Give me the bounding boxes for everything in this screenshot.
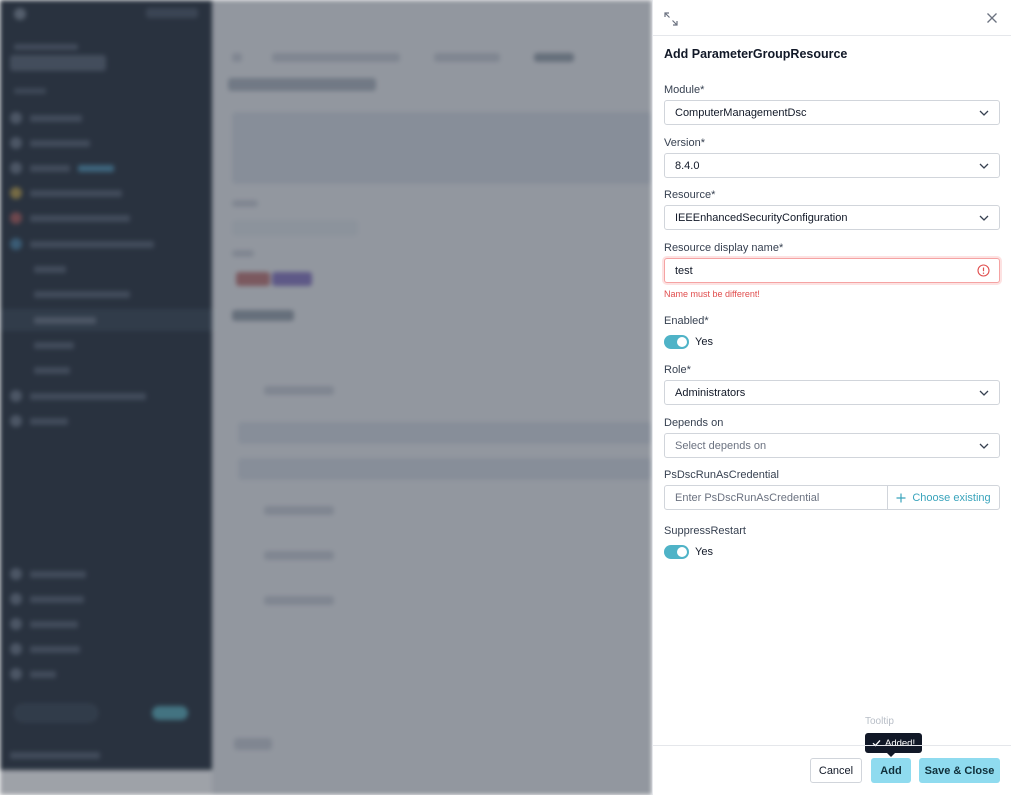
add-resource-panel: Add ParameterGroupResource Module* Compu…	[652, 0, 1011, 795]
ps-credential-input[interactable]: Enter PsDscRunAsCredential	[665, 486, 888, 509]
tooltip-caption: Tooltip	[865, 716, 894, 727]
cancel-button[interactable]: Cancel	[810, 758, 862, 783]
enabled-label: Enabled*	[664, 315, 709, 327]
save-close-button[interactable]: Save & Close	[919, 758, 1000, 783]
chevron-down-icon	[979, 443, 989, 449]
plus-icon	[896, 493, 906, 502]
role-label: Role*	[664, 364, 691, 376]
display-name-value: test	[675, 264, 693, 277]
chevron-down-icon	[979, 390, 989, 396]
display-name-label: Resource display name*	[664, 242, 784, 254]
background-app	[0, 0, 652, 795]
enabled-toggle[interactable]	[664, 335, 689, 349]
chevron-down-icon	[979, 163, 989, 169]
panel-title: Add ParameterGroupResource	[664, 47, 848, 61]
resource-select[interactable]: IEEEnhancedSecurityConfiguration	[664, 205, 1000, 230]
enabled-toggle-row: Yes	[664, 335, 713, 349]
close-icon[interactable]	[985, 11, 999, 25]
module-value: ComputerManagementDsc	[675, 106, 807, 119]
ps-credential-label: PsDscRunAsCredential	[664, 469, 779, 481]
suppress-restart-label: SuppressRestart	[664, 525, 746, 537]
depends-on-select[interactable]: Select depends on	[664, 433, 1000, 458]
panel-header	[653, 0, 1011, 36]
depends-on-label: Depends on	[664, 417, 724, 429]
enabled-state: Yes	[695, 336, 713, 348]
suppress-restart-state: Yes	[695, 546, 713, 558]
chevron-down-icon	[979, 110, 989, 116]
right-edge	[1011, 0, 1024, 795]
role-value: Administrators	[675, 386, 746, 399]
choose-existing-label: Choose existing	[912, 491, 991, 504]
version-select[interactable]: 8.4.0	[664, 153, 1000, 178]
resource-label: Resource*	[664, 189, 716, 201]
role-select[interactable]: Administrators	[664, 380, 1000, 405]
version-value: 8.4.0	[675, 159, 700, 172]
suppress-restart-toggle-row: Yes	[664, 545, 713, 559]
ps-credential-placeholder: Enter PsDscRunAsCredential	[675, 491, 820, 504]
display-name-error: Name must be different!	[664, 289, 760, 299]
choose-existing-button[interactable]: Choose existing	[888, 486, 999, 509]
depends-on-placeholder: Select depends on	[675, 439, 767, 452]
suppress-restart-toggle[interactable]	[664, 545, 689, 559]
chevron-down-icon	[979, 215, 989, 221]
expand-icon[interactable]	[664, 12, 678, 26]
display-name-input[interactable]: test	[664, 258, 1000, 283]
ps-credential-group: Enter PsDscRunAsCredential Choose existi…	[664, 485, 1000, 510]
resource-value: IEEEnhancedSecurityConfiguration	[675, 211, 848, 224]
version-label: Version*	[664, 137, 705, 149]
modal-backdrop[interactable]	[0, 0, 652, 795]
error-info-icon	[977, 264, 990, 277]
module-label: Module*	[664, 84, 705, 96]
module-select[interactable]: ComputerManagementDsc	[664, 100, 1000, 125]
add-button[interactable]: Add	[871, 758, 911, 783]
